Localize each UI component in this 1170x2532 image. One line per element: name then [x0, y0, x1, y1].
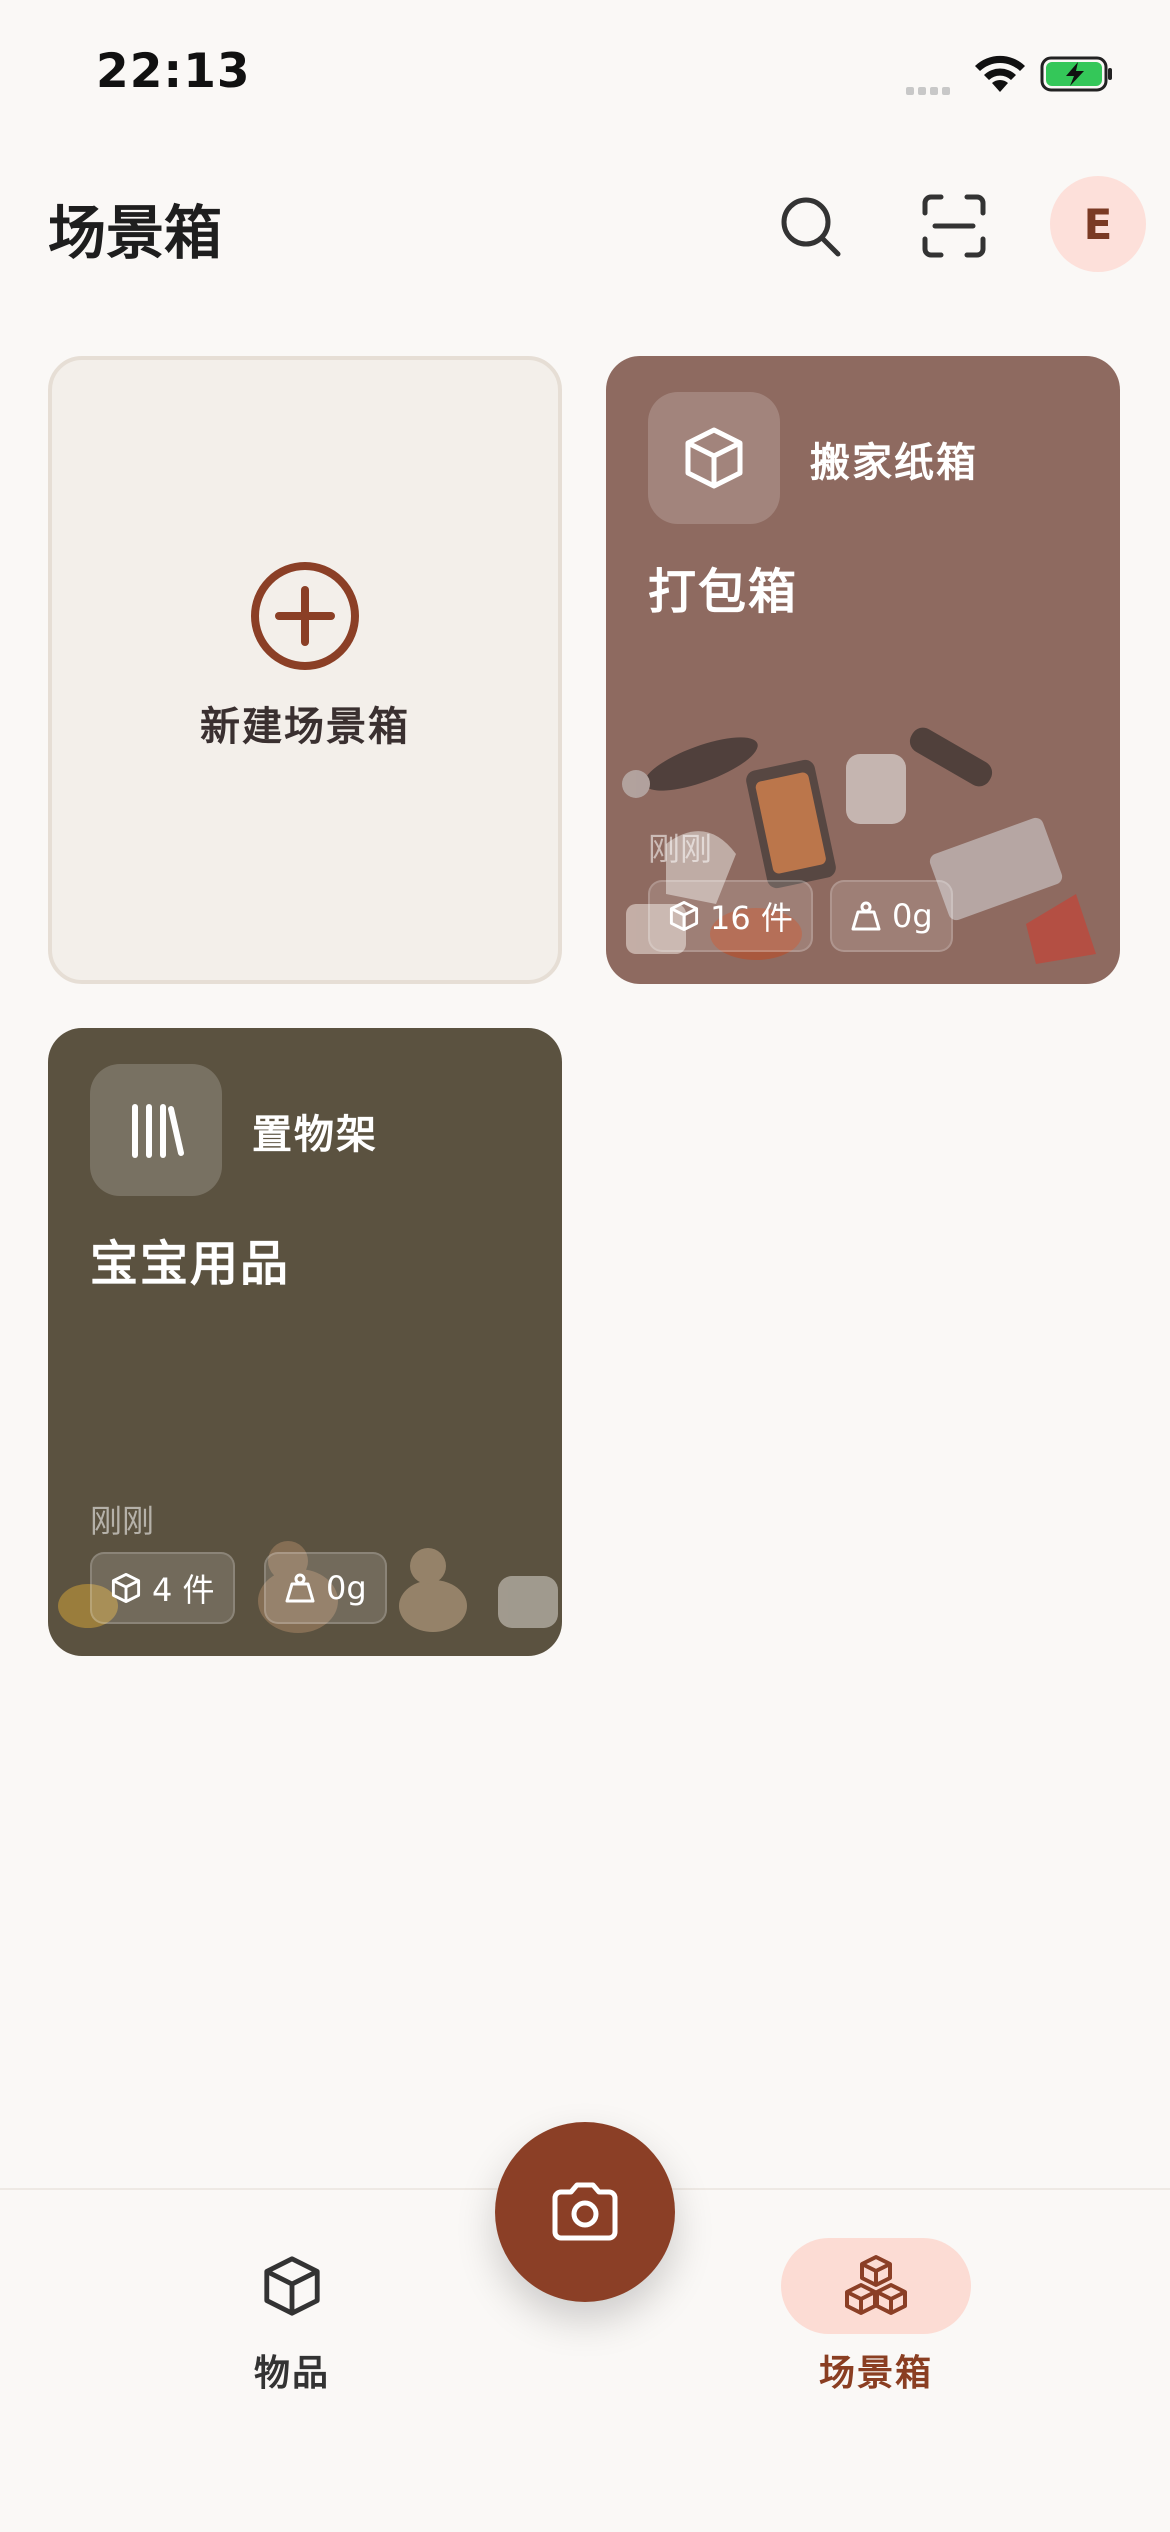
scan-icon	[922, 194, 986, 258]
scene-type-label: 搬家纸箱	[810, 440, 978, 486]
scene-box-card[interactable]: 搬家纸箱 打包箱 刚刚 16 件 0g	[606, 356, 1120, 984]
nav-icon-container	[197, 2238, 387, 2334]
nav-tab-scene-boxes[interactable]: 场景箱	[776, 2238, 976, 2396]
item-count: 4 件	[152, 1571, 215, 1609]
box-icon	[264, 2256, 320, 2316]
cellular-signal-icon	[906, 80, 954, 99]
new-scene-box-label: 新建场景箱	[200, 704, 410, 750]
total-weight: 0g	[326, 1569, 367, 1607]
search-button[interactable]	[762, 178, 858, 274]
avatar[interactable]: E	[1050, 176, 1146, 272]
nav-tab-items[interactable]: 物品	[192, 2238, 392, 2396]
battery-charging-icon	[1040, 56, 1112, 92]
item-count: 16 件	[710, 899, 793, 937]
total-weight: 0g	[892, 897, 933, 935]
box-icon	[669, 900, 699, 932]
camera-icon	[552, 2182, 618, 2241]
search-icon	[781, 197, 841, 257]
weight-icon	[851, 901, 881, 931]
weight-chip: 0g	[264, 1552, 387, 1624]
scene-box-card[interactable]: 置物架 宝宝用品 刚刚 4 件 0g	[48, 1028, 562, 1656]
wifi-icon	[975, 55, 1025, 92]
camera-button[interactable]	[495, 2122, 675, 2302]
scan-button[interactable]	[906, 178, 1002, 274]
item-count-chip: 4 件	[90, 1552, 235, 1624]
scene-type-badge	[90, 1064, 222, 1196]
scene-box-updated-time: 刚刚	[90, 1502, 155, 1540]
weight-chip: 0g	[830, 880, 953, 952]
scene-box-title: 宝宝用品	[90, 1236, 291, 1292]
nav-tab-scene-boxes-label: 场景箱	[818, 2353, 933, 2394]
status-time: 22:13	[96, 44, 251, 99]
weight-icon	[285, 1573, 315, 1603]
new-scene-box-card[interactable]: 新建场景箱	[48, 356, 562, 984]
stacked-boxes-icon	[845, 2255, 907, 2315]
item-count-chip: 16 件	[648, 880, 813, 952]
box-icon	[111, 1572, 141, 1604]
box-icon	[685, 427, 743, 489]
status-bar: 22:13	[0, 0, 1170, 150]
add-circle-icon	[251, 562, 359, 670]
nav-tab-items-label: 物品	[253, 2353, 330, 2394]
shelf-icon	[132, 1104, 184, 1158]
scene-box-title: 打包箱	[648, 564, 799, 620]
scene-type-label: 置物架	[252, 1112, 378, 1158]
nav-icon-container-active	[781, 2238, 971, 2334]
scene-type-badge	[648, 392, 780, 524]
scene-box-updated-time: 刚刚	[648, 830, 713, 868]
page-title: 场景箱	[48, 199, 223, 267]
